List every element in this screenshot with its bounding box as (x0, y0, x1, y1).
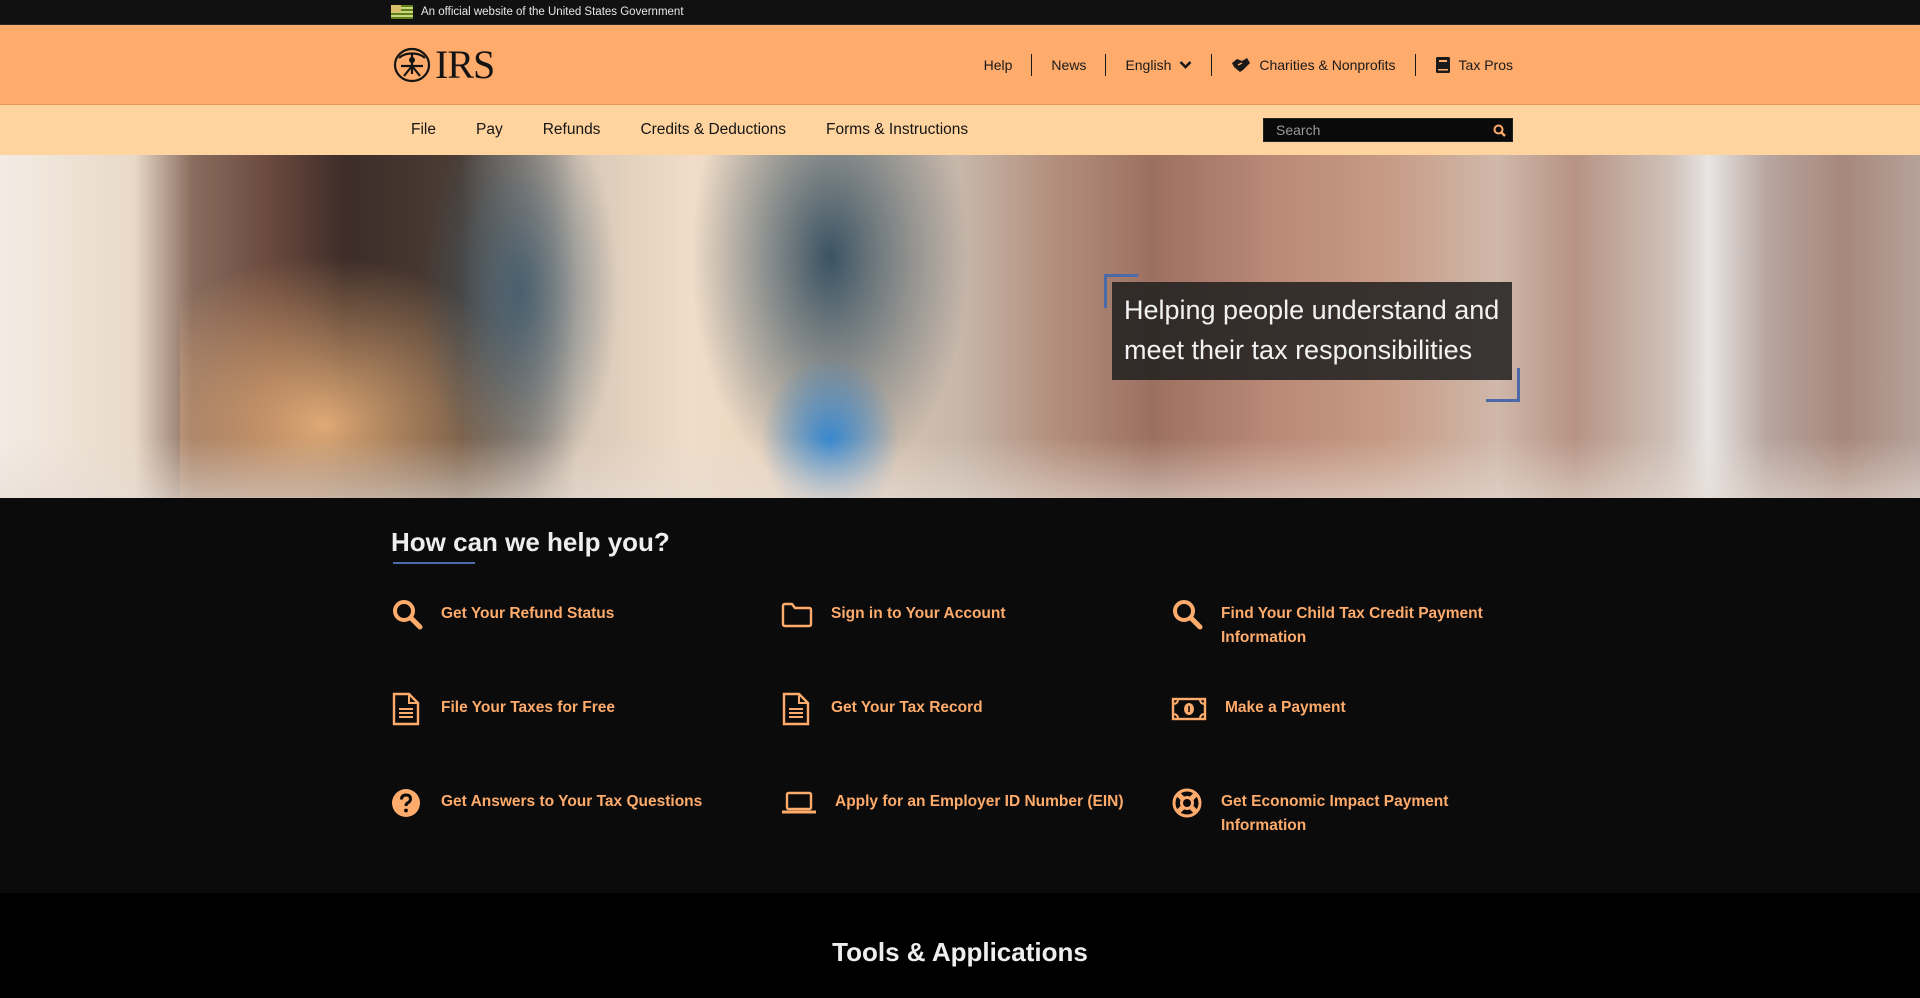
tools-title: Tools & Applications (832, 937, 1088, 967)
document-icon (781, 692, 815, 726)
charities-link-label: Charities & Nonprofits (1259, 57, 1396, 73)
utility-nav: Help News English Charities & Nonprofits… (965, 54, 1513, 76)
question-icon (391, 788, 425, 818)
us-flag-icon (391, 5, 413, 19)
search-button[interactable] (1486, 119, 1512, 141)
help-item-label: Make a Payment (1225, 699, 1346, 716)
help-section: How can we help you? Get Your Refund Sta… (0, 498, 1920, 893)
site-header: IRS Help News English Charities & Nonpro… (0, 25, 1920, 105)
nav-pay[interactable]: Pay (456, 121, 523, 139)
help-item-label: Apply for an Employer ID Number (EIN) (835, 793, 1124, 810)
search-input[interactable] (1264, 122, 1486, 138)
main-nav-links: File Pay Refunds Credits & Deductions Fo… (391, 121, 988, 139)
help-item-label: File Your Taxes for Free (441, 699, 616, 716)
book-icon (1435, 57, 1450, 73)
search-icon (1171, 600, 1205, 630)
help-item-sign-in[interactable]: Sign in to Your Account (781, 600, 1171, 694)
help-link-label: Help (983, 57, 1013, 73)
handshake-icon (1232, 58, 1251, 72)
search-icon (391, 600, 425, 630)
charities-link[interactable]: Charities & Nonprofits (1211, 54, 1414, 76)
language-selector[interactable]: English (1105, 54, 1211, 76)
caption-bracket-bottom-right (1486, 368, 1520, 402)
hero-caption: Helping people understand and meet their… (1112, 282, 1512, 380)
language-label: English (1125, 57, 1172, 73)
help-item-tax-record[interactable]: Get Your Tax Record (781, 692, 1171, 788)
help-link[interactable]: Help (965, 54, 1032, 76)
laptop-icon (781, 788, 819, 818)
hero-fade (0, 438, 1920, 498)
irs-logo[interactable]: IRS (391, 42, 495, 87)
main-nav: File Pay Refunds Credits & Deductions Fo… (0, 105, 1920, 155)
news-link[interactable]: News (1031, 54, 1105, 76)
tax-pros-link[interactable]: Tax Pros (1414, 54, 1513, 76)
nav-credits-deductions[interactable]: Credits & Deductions (620, 121, 806, 139)
tools-section: Tools & Applications (0, 893, 1920, 998)
help-title-underline (393, 562, 475, 564)
chevron-down-icon (1179, 61, 1192, 69)
nav-file[interactable]: File (391, 121, 456, 139)
help-item-label: Get Economic Impact Payment Information (1221, 793, 1449, 834)
nav-refunds[interactable]: Refunds (523, 121, 621, 139)
help-item-child-tax-credit[interactable]: Find Your Child Tax Credit Payment Infor… (1171, 600, 1513, 694)
logo-text: IRS (435, 42, 495, 87)
help-grid: Get Your Refund Status Sign in to Your A… (391, 600, 1513, 882)
help-title: How can we help you? (391, 527, 670, 557)
help-item-label: Find Your Child Tax Credit Payment Infor… (1221, 605, 1483, 646)
folder-icon (781, 600, 815, 630)
help-item-file-free[interactable]: File Your Taxes for Free (391, 692, 781, 788)
search-icon (1493, 124, 1506, 137)
help-item-tax-questions[interactable]: Get Answers to Your Tax Questions (391, 788, 781, 882)
tax-pros-link-label: Tax Pros (1458, 57, 1513, 73)
gov-banner-text: An official website of the United States… (421, 6, 684, 18)
nav-forms-instructions[interactable]: Forms & Instructions (806, 121, 988, 139)
help-item-ein[interactable]: Apply for an Employer ID Number (EIN) (781, 788, 1171, 882)
help-item-refund-status[interactable]: Get Your Refund Status (391, 600, 781, 694)
help-item-label: Sign in to Your Account (831, 605, 1006, 622)
search-box (1263, 118, 1513, 142)
help-item-label: Get Your Tax Record (831, 699, 983, 716)
document-icon (391, 692, 425, 726)
gov-banner: An official website of the United States… (0, 0, 1920, 25)
help-item-label: Get Answers to Your Tax Questions (441, 793, 703, 810)
help-item-label: Get Your Refund Status (441, 605, 615, 622)
eagle-icon (393, 47, 431, 83)
help-item-make-payment[interactable]: Make a Payment (1171, 694, 1513, 788)
news-link-label: News (1051, 57, 1087, 73)
lifebuoy-icon (1171, 788, 1205, 818)
money-icon (1171, 694, 1209, 724)
hero-banner: Helping people understand and meet their… (0, 155, 1920, 498)
help-item-economic-impact[interactable]: Get Economic Impact Payment Information (1171, 788, 1513, 882)
